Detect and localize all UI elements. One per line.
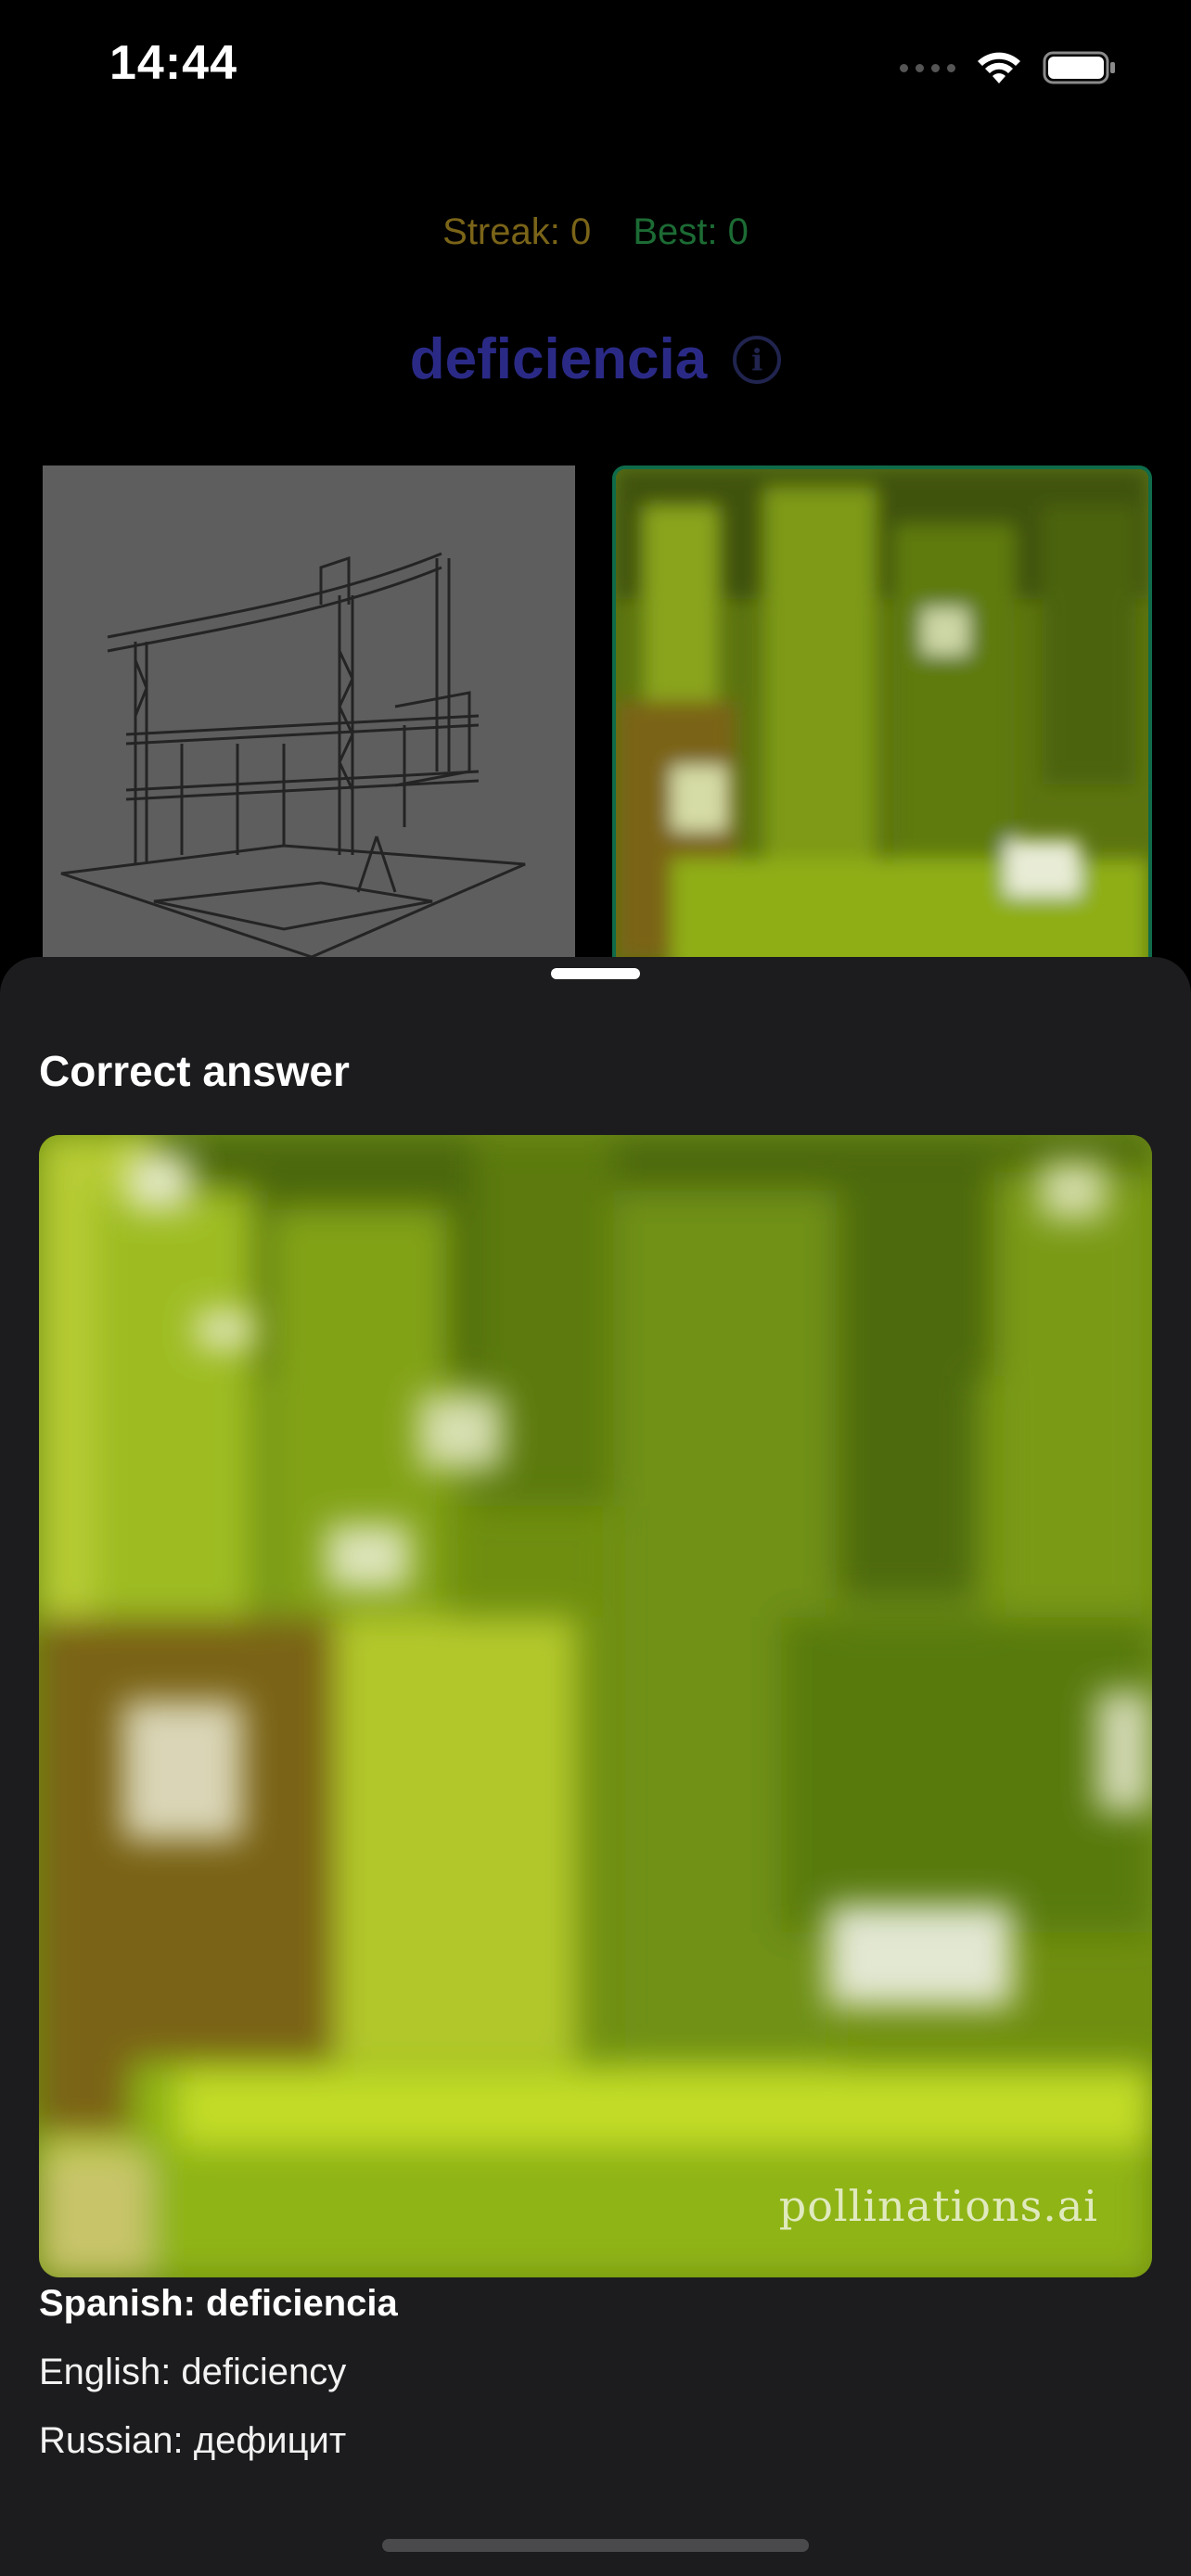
construction-sketch-image — [43, 465, 575, 985]
correct-answer-image: pollinations.ai — [39, 1135, 1152, 2277]
sheet-grabber[interactable] — [551, 968, 640, 979]
wifi-icon — [978, 52, 1020, 83]
translation-spanish: Spanish: deficiencia — [39, 2283, 398, 2324]
correct-answer-illustration — [39, 1135, 1152, 2277]
translation-english: English: deficiency — [39, 2352, 347, 2392]
green-blur-thumbnail — [616, 469, 1148, 981]
battery-icon — [1043, 51, 1115, 84]
status-bar: 14:44 — [0, 0, 1191, 139]
translation-russian: Russian: дефицит — [39, 2420, 347, 2461]
info-icon[interactable]: i — [733, 335, 782, 384]
home-indicator[interactable] — [382, 2539, 809, 2552]
option-image-construction-sketch[interactable] — [43, 465, 575, 985]
score-line: Streak: 0 Best: 0 — [0, 211, 1191, 253]
target-word: deficiencia — [409, 327, 708, 391]
word-line: deficiencia i — [0, 326, 1191, 392]
option-image-green-blur[interactable] — [612, 465, 1152, 985]
streak-counter: Streak: 0 — [442, 211, 592, 252]
status-icons — [900, 45, 1117, 91]
signal-dots-icon — [900, 63, 955, 72]
sheet-title: Correct answer — [39, 1047, 350, 1095]
app-screen: 14:44 Streak: 0 Best: 0 deficiencia i Co… — [0, 0, 1191, 2576]
image-watermark: pollinations.ai — [778, 2181, 1098, 2231]
best-counter: Best: 0 — [633, 211, 749, 252]
status-time: 14:44 — [109, 36, 237, 90]
answer-sheet: Correct answer pollinations.ai Spanish: … — [0, 957, 1191, 2576]
